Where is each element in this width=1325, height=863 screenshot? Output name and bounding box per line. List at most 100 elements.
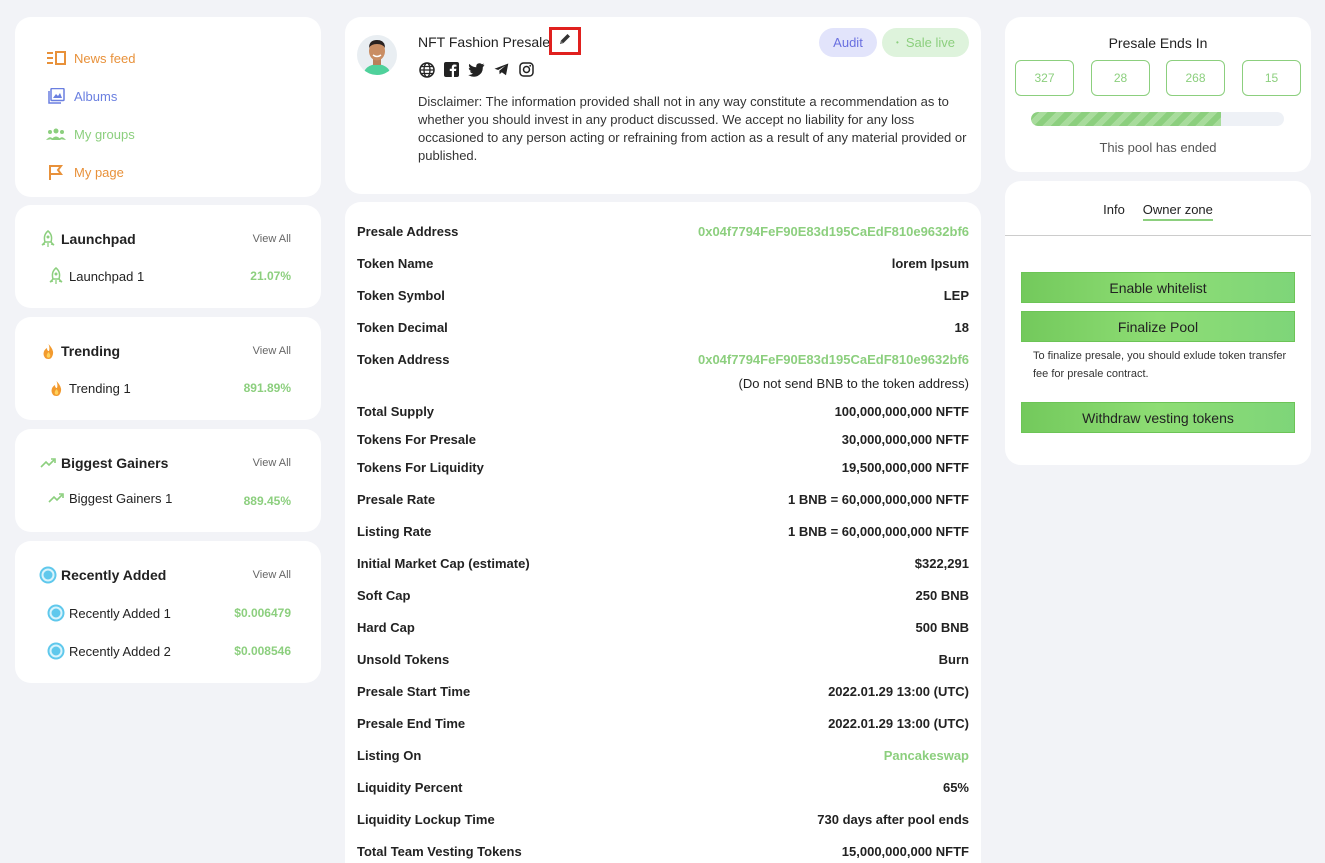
presale-address-link[interactable]: 0x04f7794FeF90E83d195CaEdF810e9632bf6 [698, 224, 969, 239]
detail-row-liquidity-percent: Liquidity Percent 65% [357, 780, 969, 795]
detail-label: Token Name [357, 256, 434, 271]
tab-info[interactable]: Info [1103, 202, 1125, 221]
owner-zone-card: Info Owner zone Enable whitelist Finaliz… [1005, 181, 1311, 465]
widget-title: Biggest Gainers [39, 454, 168, 472]
trending-widget: Trending View All Trending 1 891.89% [15, 317, 321, 420]
progress-bar [1031, 112, 1284, 126]
view-all-link[interactable]: View All [253, 345, 291, 357]
coin-icon [47, 604, 65, 622]
list-item-name: Recently Added 1 [69, 605, 171, 621]
detail-label: Token Symbol [357, 288, 445, 303]
nav-card: News feed Albums My groups My page [15, 17, 321, 197]
view-all-link[interactable]: View All [253, 457, 291, 469]
detail-label: Presale Address [357, 224, 459, 239]
nav-item-my-page[interactable]: My page [15, 153, 321, 191]
pencil-icon [558, 32, 572, 51]
widget-title-text: Recently Added [61, 567, 167, 583]
enable-whitelist-button[interactable]: Enable whitelist [1021, 272, 1295, 303]
nav-item-albums[interactable]: Albums [15, 77, 321, 115]
list-item[interactable]: Biggest Gainers 1 889.45% [39, 488, 291, 508]
rocket-icon [39, 230, 57, 248]
widget-title-text: Biggest Gainers [61, 455, 169, 471]
detail-row-presale-start-time: Presale Start Time 2022.01.29 13:00 (UTC… [357, 684, 969, 699]
globe-icon[interactable] [418, 61, 435, 78]
list-item-value: 21.07% [250, 269, 291, 283]
widget-title: Trending [39, 342, 120, 360]
detail-label: Liquidity Lockup Time [357, 812, 495, 827]
detail-row-token-decimal: Token Decimal 18 [357, 320, 969, 335]
list-item[interactable]: Recently Added 2 $0.008546 [39, 641, 291, 661]
detail-value: 18 [954, 320, 969, 335]
detail-row-token-name: Token Name lorem Ipsum [357, 256, 969, 271]
detail-label: Presale End Time [357, 716, 466, 731]
flag-icon [46, 162, 66, 182]
albums-icon [46, 86, 66, 106]
detail-label: Unsold Tokens [357, 652, 450, 667]
detail-label: Token Address [357, 352, 450, 367]
token-address-link[interactable]: 0x04f7794FeF90E83d195CaEdF810e9632bf6 [698, 352, 969, 367]
rocket-icon [47, 267, 65, 285]
listing-on-link[interactable]: Pancakeswap [884, 748, 969, 763]
timer-minutes: 268 [1166, 60, 1225, 96]
telegram-icon[interactable] [493, 61, 510, 78]
detail-row-listing-on: Listing On Pancakeswap [357, 748, 969, 763]
fire-icon [47, 379, 65, 397]
detail-label: Token Decimal [357, 320, 448, 335]
detail-value: 65% [942, 780, 969, 795]
detail-value: 30,000,000,000 NFTF [841, 432, 969, 447]
detail-row-presale-address: Presale Address 0x04f7794FeF90E83d195CaE… [357, 224, 969, 239]
social-links [418, 61, 535, 78]
detail-label: Tokens For Presale [357, 432, 476, 447]
tab-divider [1005, 235, 1311, 236]
coin-icon [47, 642, 65, 660]
recently-added-widget: Recently Added View All Recently Added 1… [15, 541, 321, 683]
withdraw-vesting-button[interactable]: Withdraw vesting tokens [1021, 402, 1295, 433]
detail-label: Presale Rate [357, 492, 436, 507]
detail-row-soft-cap: Soft Cap 250 BNB [357, 588, 969, 603]
timer-seconds: 15 [1242, 60, 1301, 96]
detail-label: Presale Start Time [357, 684, 471, 699]
detail-value: 100,000,000,000 NFTF [834, 404, 969, 419]
finalize-pool-button[interactable]: Finalize Pool [1021, 311, 1295, 342]
news-feed-icon [46, 48, 66, 68]
detail-value: 2022.01.29 13:00 (UTC) [828, 716, 969, 731]
nav-item-news-feed[interactable]: News feed [15, 39, 321, 77]
list-item-value: $0.006479 [234, 606, 291, 620]
audit-badge[interactable]: Audit [819, 28, 877, 57]
list-item[interactable]: Recently Added 1 $0.006479 [39, 603, 291, 623]
view-all-link[interactable]: View All [253, 233, 291, 245]
twitter-icon[interactable] [468, 61, 485, 78]
detail-value: 250 BNB [915, 588, 969, 603]
detail-row-token-address: Token Address 0x04f7794FeF90E83d195CaEdF… [357, 352, 969, 367]
biggest-gainers-widget: Biggest Gainers View All Biggest Gainers… [15, 429, 321, 532]
widget-title: Launchpad [39, 230, 136, 248]
instagram-icon[interactable] [518, 61, 535, 78]
timer-title: Presale Ends In [1108, 35, 1208, 51]
progress-fill [1031, 112, 1221, 126]
sale-live-label: Sale live [905, 35, 955, 50]
detail-value: $322,291 [914, 556, 969, 571]
detail-row-token-symbol: Token Symbol LEP [357, 288, 969, 303]
tab-owner-zone[interactable]: Owner zone [1142, 202, 1213, 221]
nav-item-my-groups[interactable]: My groups [15, 115, 321, 153]
avatar[interactable] [357, 35, 397, 75]
detail-row-hard-cap: Hard Cap 500 BNB [357, 620, 969, 635]
detail-label: Initial Market Cap (estimate) [357, 556, 530, 571]
list-item-value: 889.45% [243, 494, 291, 508]
sale-live-badge: • Sale live [882, 28, 969, 57]
widget-title-text: Launchpad [61, 231, 136, 247]
detail-row-presale-end-time: Presale End Time 2022.01.29 13:00 (UTC) [357, 716, 969, 731]
detail-value: lorem Ipsum [891, 256, 969, 271]
widget-header: Biggest Gainers View All [39, 453, 291, 473]
view-all-link[interactable]: View All [253, 569, 291, 581]
detail-value: 730 days after pool ends [817, 812, 969, 827]
list-item[interactable]: Trending 1 891.89% [39, 378, 291, 398]
list-item[interactable]: Launchpad 1 21.07% [39, 266, 291, 286]
detail-label: Soft Cap [357, 588, 411, 603]
facebook-icon[interactable] [443, 61, 460, 78]
list-item-name: Trending 1 [69, 380, 131, 396]
detail-row-presale-rate: Presale Rate 1 BNB = 60,000,000,000 NFTF [357, 492, 969, 507]
detail-row-tokens-for-liquidity: Tokens For Liquidity 19,500,000,000 NFTF [357, 460, 969, 475]
edit-button[interactable] [549, 27, 581, 55]
detail-row-unsold-tokens: Unsold Tokens Burn [357, 652, 969, 667]
